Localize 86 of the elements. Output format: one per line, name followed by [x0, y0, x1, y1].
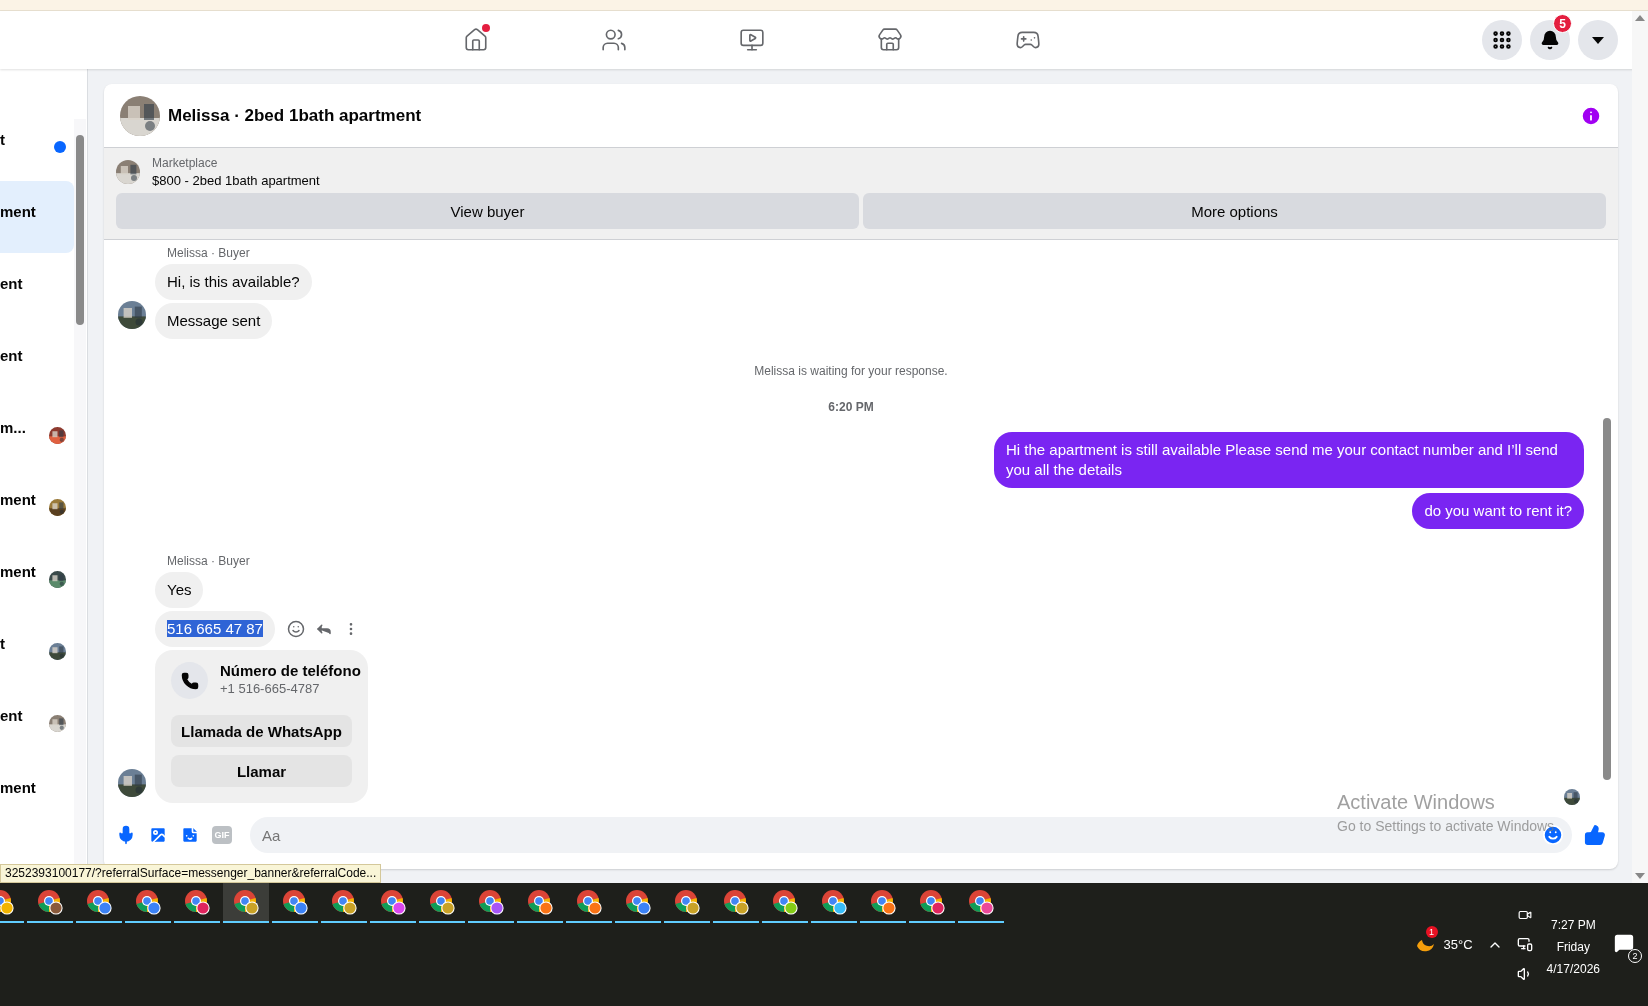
browser-icon [86, 889, 112, 915]
scrollbar-thumb[interactable] [76, 135, 84, 325]
conversation-title: ent [0, 707, 23, 724]
scrollbar-thumb[interactable] [1603, 418, 1611, 780]
conversation-title: ent [0, 275, 23, 292]
sender-label: Melissa · Buyer [166, 246, 250, 260]
bell-icon [1540, 30, 1560, 50]
conversation-title: ent [0, 347, 23, 364]
clock[interactable]: 7:27 PM Friday 4/17/2026 [1546, 913, 1600, 976]
conversation-item[interactable]: ment [0, 181, 74, 253]
conversation-title: t [0, 635, 5, 652]
microphone-icon[interactable] [116, 825, 136, 845]
timestamp: 6:20 PM [828, 400, 874, 414]
message-bubble: Yes [155, 572, 204, 608]
chat-title: Melissa · 2bed 1bath apartment [168, 105, 423, 126]
browser-icon [527, 889, 553, 915]
browser-icon [772, 889, 798, 915]
browser-icon [870, 889, 896, 915]
message-bubble: Hi, is this available? [155, 264, 312, 300]
sender-label: Melissa · Buyer [166, 554, 250, 568]
account-button[interactable] [1578, 20, 1618, 60]
network-icon[interactable] [1516, 935, 1533, 952]
phone-icon [180, 671, 199, 690]
like-icon[interactable] [1584, 824, 1606, 846]
conversation-title: ment [0, 203, 36, 220]
phone-number: +1 516-665-4787 [220, 681, 321, 696]
browser-icon [429, 889, 455, 915]
weather-badge: 1 [1425, 925, 1438, 938]
conversation-title: m... [0, 419, 26, 436]
browser-icon [184, 889, 210, 915]
conversation-title: ment [0, 491, 36, 508]
status-notice: Melissa is waiting for your response. [754, 364, 948, 378]
conversation-title: t [0, 131, 5, 148]
browser-icon [331, 889, 357, 915]
taskbar-app[interactable] [223, 883, 269, 923]
browser-icon [968, 889, 994, 915]
listing-button[interactable]: More options [863, 193, 1606, 229]
clock-time: 7:27 PM [1550, 917, 1596, 932]
unread-dot [54, 141, 66, 153]
menu-button[interactable] [1482, 20, 1522, 60]
clock-date: 4/17/2026 [1546, 961, 1600, 976]
scroll-up-icon[interactable] [1635, 15, 1645, 21]
home-icon [463, 27, 489, 53]
browser-icon [821, 889, 847, 915]
message-bubble: do you want to rent it? [1412, 493, 1584, 529]
listing-button[interactable]: View buyer [116, 193, 859, 229]
browser-icon [478, 889, 504, 915]
phone-title: Número de teléfono [220, 662, 361, 679]
conversation-title: ment [0, 563, 36, 580]
react-icon[interactable] [286, 620, 305, 638]
clock-day: Friday [1556, 939, 1590, 954]
browser-icon [919, 889, 945, 915]
notification-center-icon[interactable] [1614, 932, 1634, 953]
listing-source: Marketplace [152, 156, 219, 170]
call-button[interactable]: Llamada de WhatsApp [171, 715, 352, 747]
notification-count: 5 [1553, 14, 1572, 33]
browser-icon [380, 889, 406, 915]
activation-title: Activate Windows [1337, 791, 1496, 814]
browser-icon [674, 889, 700, 915]
listing-title: $800 - 2bed 1bath apartment [152, 173, 320, 188]
message-bubble: Hi the apartment is still available Please send me your contact number and I’ll send you all the details [994, 432, 1584, 488]
grid-icon [1491, 29, 1513, 51]
temperature: 35°C [1443, 937, 1473, 952]
video-icon [739, 27, 765, 53]
browser-icon [37, 889, 63, 915]
browser-icon [723, 889, 749, 915]
browser-icon [135, 889, 161, 915]
store-icon [877, 27, 903, 53]
image-icon[interactable] [148, 825, 168, 845]
message-bubble: 516 665 47 87 [155, 611, 275, 647]
browser-icon [576, 889, 602, 915]
browser-icon [625, 889, 651, 915]
activation-text: Go to Settings to activate Windows. [1337, 818, 1558, 834]
notification-count: 2 [1628, 948, 1642, 963]
notifications-button[interactable] [1530, 20, 1570, 60]
browser-icon [233, 889, 259, 915]
caret-icon [1592, 36, 1604, 44]
notification-dot [482, 24, 490, 32]
conversation-title: ment [0, 779, 36, 796]
call-button[interactable]: Llamar [171, 755, 352, 787]
browser-icon [282, 889, 308, 915]
status-url: 3252393100177/?referralSurface=messenger_banner&referralCode... [0, 864, 382, 883]
info-icon[interactable] [1580, 104, 1602, 127]
sticker-icon[interactable] [180, 825, 200, 845]
message-bubble: Message sent [155, 303, 273, 339]
people-icon [601, 27, 627, 53]
